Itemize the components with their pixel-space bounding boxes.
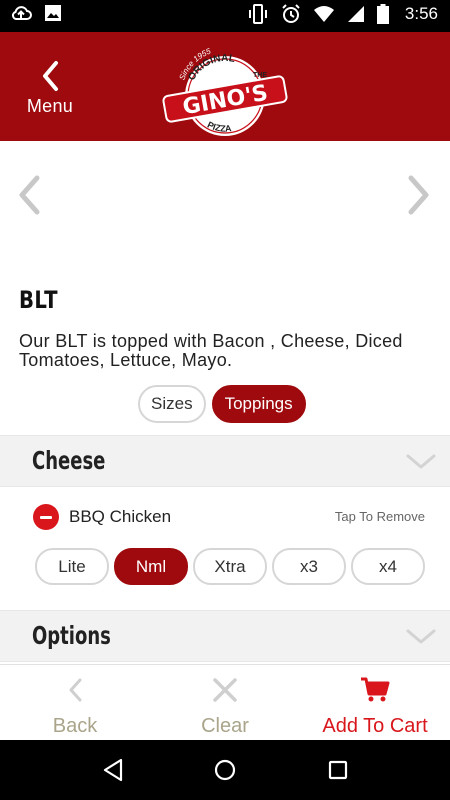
tab-toppings[interactable]: Toppings — [211, 385, 306, 423]
app-header: Menu Since 1955 ORIGINAL THE GINO'S PIZZ… — [0, 32, 450, 141]
topping-amount-selector: Lite Nml Xtra x3 x4 — [35, 548, 425, 585]
carousel-prev-icon[interactable] — [16, 175, 42, 215]
tab-sizes[interactable]: Sizes — [138, 385, 206, 423]
item-title: BLT — [19, 286, 58, 314]
back-label: Back — [52, 715, 98, 737]
remove-icon[interactable] — [33, 504, 59, 530]
nav-back-icon[interactable] — [102, 758, 124, 782]
nav-recents-icon[interactable] — [327, 758, 349, 782]
chevron-left-icon — [69, 678, 82, 702]
system-nav-bar — [0, 740, 450, 800]
amount-xtra-button[interactable]: Xtra — [193, 548, 267, 585]
close-icon — [213, 678, 237, 702]
amount-x3-button[interactable]: x3 — [272, 548, 346, 585]
section-cheese[interactable]: Cheese — [0, 435, 450, 487]
amount-nml-button[interactable]: Nml — [114, 548, 188, 585]
tap-to-remove-hint: Tap To Remove — [334, 509, 425, 524]
chevron-left-icon — [43, 61, 58, 91]
amount-lite-button[interactable]: Lite — [35, 548, 109, 585]
carousel-next-icon[interactable] — [406, 175, 432, 215]
clear-label: Clear — [201, 715, 249, 737]
signal-icon — [347, 6, 364, 22]
topping-row[interactable]: BBQ Chicken Tap To Remove — [33, 500, 428, 534]
image-icon — [45, 5, 61, 21]
wifi-icon — [313, 6, 334, 22]
chevron-down-icon — [406, 454, 436, 469]
option-tabs: Sizes Toppings — [138, 385, 306, 423]
bottom-action-bar: Back Clear Add To Cart — [0, 664, 450, 740]
topping-name: BBQ Chicken — [69, 507, 172, 526]
status-right: 3:56 — [247, 4, 438, 24]
section-options-title: Options — [32, 621, 111, 650]
back-button[interactable]: Back — [0, 665, 150, 740]
section-options[interactable]: Options — [0, 610, 450, 662]
battery-icon — [376, 4, 389, 24]
nav-home-icon[interactable] — [214, 758, 236, 782]
status-bar: 3:56 — [0, 0, 450, 32]
item-description: Our BLT is topped with Bacon , Cheese, D… — [19, 331, 403, 370]
menu-back-button[interactable]: Menu — [14, 56, 86, 122]
status-time: 3:56 — [404, 4, 438, 23]
menu-label: Menu — [26, 96, 74, 116]
add-to-cart-button[interactable]: Add To Cart — [300, 665, 450, 740]
status-left — [10, 4, 62, 22]
item-image-carousel — [0, 141, 450, 281]
vibrate-icon — [248, 4, 267, 24]
clear-button[interactable]: Clear — [150, 665, 300, 740]
cart-icon — [361, 677, 390, 702]
chevron-down-icon — [406, 629, 436, 644]
amount-x4-button[interactable]: x4 — [351, 548, 425, 585]
alarm-icon — [282, 4, 300, 23]
cloud-upload-icon — [11, 6, 32, 20]
add-to-cart-label: Add To Cart — [322, 715, 428, 737]
ginos-logo: Since 1955 ORIGINAL THE GINO'S PIZZA — [162, 46, 288, 136]
section-cheese-title: Cheese — [32, 446, 106, 475]
